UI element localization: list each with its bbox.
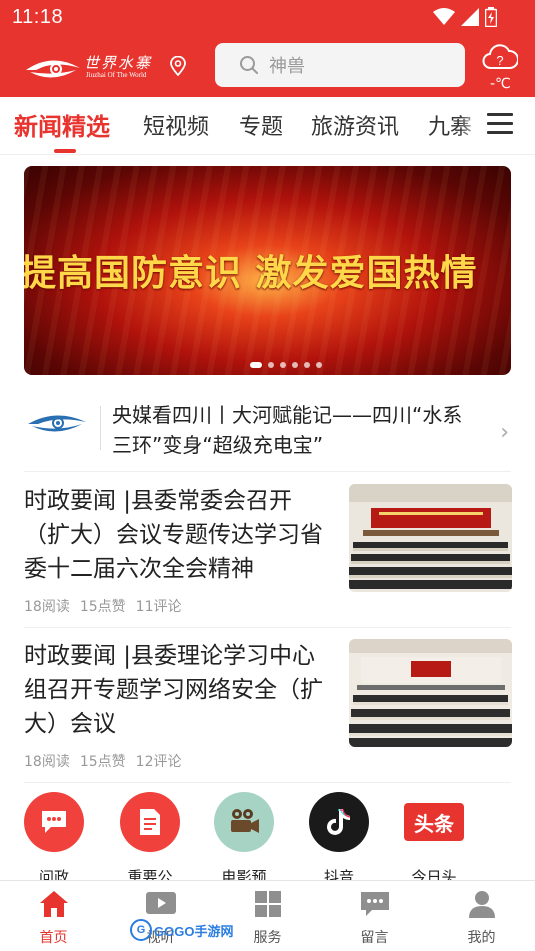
cloud-question-icon: ? — [482, 44, 518, 69]
news-list-item[interactable]: 时政要闻 |县委常委会召开（扩大）会议专题传达学习省委十二届六次全会精神 18阅… — [24, 484, 512, 629]
home-icon — [40, 891, 68, 917]
header: 世界水寨 Jiuzhai Of The World 神兽 ? -℃ — [0, 36, 535, 97]
nav-profile[interactable]: 我的 — [428, 881, 535, 951]
document-icon — [120, 792, 180, 852]
headline-divider — [100, 406, 101, 450]
grid-icon — [255, 891, 281, 917]
watermark-text: GOGO手游网 — [154, 923, 234, 939]
quick-link-toutiao[interactable]: 头条 今日头 — [394, 792, 474, 880]
article-title: 时政要闻 |县委理论学习中心组召开专题学习网络安全（扩大）会议 — [24, 643, 323, 737]
svg-text:?: ? — [496, 53, 503, 68]
article-meta: 18阅读 15点赞 12评论 — [24, 751, 191, 771]
app-header-bar: 11:18 世界水寨 Jiuzhai Of The World 神兽 ? -℃ — [0, 0, 535, 97]
message-icon — [361, 892, 389, 916]
logo-subtitle: Jiuzhai Of The World — [86, 71, 147, 79]
toutiao-badge: 头条 — [404, 803, 464, 841]
weather-widget[interactable]: ? -℃ — [480, 38, 520, 94]
tiktok-icon — [309, 792, 369, 852]
quick-link-announcements[interactable]: 重要公 — [110, 792, 190, 880]
tab-topics[interactable]: 专题 — [239, 109, 283, 141]
search-box[interactable]: 神兽 — [215, 43, 465, 87]
article-title: 时政要闻 |县委常委会召开（扩大）会议专题传达学习省委十二届六次全会精神 — [24, 488, 323, 582]
search-icon — [240, 56, 258, 74]
read-count: 18阅读 — [24, 599, 70, 615]
search-placeholder: 神兽 — [269, 56, 305, 77]
article-meta: 18阅读 15点赞 11评论 — [24, 596, 191, 616]
headline-logo-icon — [28, 415, 86, 432]
wifi-icon — [433, 8, 455, 25]
active-tab-indicator — [54, 149, 76, 153]
app-logo[interactable]: 世界水寨 Jiuzhai Of The World — [24, 50, 194, 84]
quick-link-label: 重要公 — [127, 868, 173, 880]
nav-label: 我的 — [467, 930, 496, 946]
channel-tabs: 新闻精选 短视频 专题 旅游资讯 九寨 — [0, 97, 535, 155]
quick-link-wenzheng[interactable]: 问政 — [14, 792, 94, 880]
news-list-item[interactable]: 时政要闻 |县委理论学习中心组召开专题学习网络安全（扩大）会议 18阅读 15点赞… — [24, 639, 512, 784]
comment-count: 12评论 — [135, 754, 182, 770]
battery-icon — [485, 7, 497, 27]
quick-link-douyin[interactable]: 抖音 — [299, 792, 379, 880]
chat-bubble-icon — [24, 792, 84, 852]
carousel-dots — [250, 362, 322, 368]
like-count: 15点赞 — [79, 754, 126, 770]
quick-link-label: 问政 — [38, 868, 69, 880]
status-icons — [433, 7, 497, 27]
nav-home[interactable]: 首页 — [0, 881, 107, 951]
quick-link-label: 抖音 — [323, 868, 354, 880]
film-camera-icon — [214, 792, 274, 852]
divider — [24, 471, 511, 472]
nav-label: 留言 — [360, 930, 389, 946]
banner-caption: 提高国防意识 激发爱国热情 — [24, 252, 478, 294]
tab-short-video[interactable]: 短视频 — [143, 109, 209, 141]
location-pin-icon[interactable] — [170, 56, 186, 76]
toutiao-icon: 头条 — [404, 792, 464, 852]
menu-icon[interactable] — [487, 113, 513, 135]
quick-link-label: 今日头 — [411, 868, 457, 880]
weather-temperature: -℃ — [490, 76, 511, 92]
tab-news-picks[interactable]: 新闻精选 — [14, 107, 110, 142]
video-icon — [146, 892, 176, 914]
tab-travel-info[interactable]: 旅游资讯 — [311, 109, 399, 141]
status-time: 11:18 — [12, 6, 64, 28]
eye-logo-icon — [26, 60, 80, 78]
comment-count: 11评论 — [135, 599, 182, 615]
article-thumbnail — [349, 484, 512, 592]
read-count: 18阅读 — [24, 754, 70, 770]
logo-title: 世界水寨 — [84, 54, 153, 72]
tabs-fade — [459, 97, 483, 153]
watermark: G GOGO手游网 — [130, 917, 235, 943]
nav-label: 首页 — [39, 930, 68, 946]
user-icon — [469, 891, 495, 918]
watermark-logo-icon: G — [130, 919, 152, 941]
headline-text: 央媒看四川丨大河赋能记——四川“水系三环”变身“超级充电宝” — [112, 403, 463, 457]
quick-link-label: 电影预 — [221, 868, 267, 880]
chevron-right-icon: › — [500, 420, 509, 445]
banner-carousel[interactable]: 提高国防意识 激发爱国热情 — [24, 166, 511, 375]
like-count: 15点赞 — [79, 599, 126, 615]
quick-link-movies[interactable]: 电影预 — [204, 792, 284, 880]
nav-messages[interactable]: 留言 — [321, 881, 428, 951]
quick-links: 问政 重要公 电影预 抖音 头条 今日头 — [0, 792, 535, 880]
divider — [24, 627, 511, 628]
status-bar: 11:18 — [0, 0, 535, 36]
bottom-navigation: 首页 视听 服务 留言 我的 G GOGO手游网 — [0, 880, 535, 951]
article-thumbnail — [349, 639, 512, 747]
signal-icon — [461, 8, 479, 26]
divider — [24, 782, 511, 783]
headline-news-row[interactable]: 央媒看四川丨大河赋能记——四川“水系三环”变身“超级充电宝” › — [24, 392, 511, 468]
